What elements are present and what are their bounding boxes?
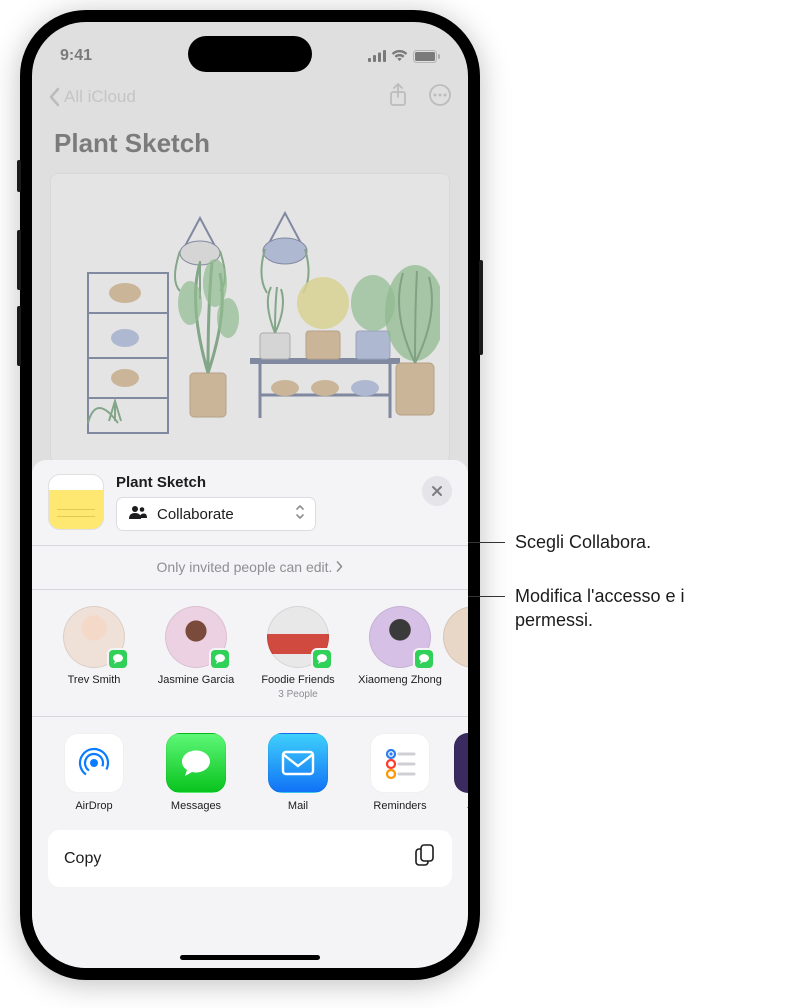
app-label: AirDrop (75, 800, 112, 812)
app-label: Mail (288, 800, 308, 812)
contact-name: Xiaomeng Zhong (358, 674, 442, 687)
wifi-icon (391, 50, 408, 62)
airdrop-icon (64, 733, 124, 793)
contact-name: Trev Smith (68, 674, 121, 687)
contact-name: Jasmine Garcia (158, 674, 234, 687)
contacts-row: Trev Smith Jasmine Garcia Foodie Friends (32, 590, 468, 717)
collaborate-dropdown[interactable]: Collaborate (116, 497, 316, 531)
mail-icon (268, 733, 328, 793)
app-airdrop[interactable]: AirDrop (46, 733, 142, 812)
chevron-right-icon (336, 559, 343, 575)
collaborate-label: Collaborate (157, 506, 234, 523)
cellular-icon (368, 50, 386, 62)
callout-collaborate: Scegli Collabora. (515, 530, 651, 554)
avatar (443, 606, 468, 668)
side-button (17, 306, 21, 366)
close-button[interactable] (422, 476, 452, 506)
side-button (17, 230, 21, 290)
contact-name: Foodie Friends (261, 674, 334, 687)
copy-icon (414, 844, 436, 873)
permissions-label: Only invited people can edit. (157, 559, 333, 575)
app-label: J (467, 800, 468, 812)
sheet-title: Plant Sketch (116, 474, 410, 491)
sheet-header: Plant Sketch Collaborate (32, 474, 468, 546)
contact-subtitle: 3 People (278, 689, 317, 700)
reminders-icon (370, 733, 430, 793)
messages-badge-icon (107, 648, 129, 670)
app-label: Messages (171, 800, 221, 812)
contact-item[interactable]: Foodie Friends 3 People (250, 606, 346, 700)
contact-item[interactable]: Jasmine Garcia (148, 606, 244, 700)
side-button (479, 260, 483, 355)
messages-badge-icon (413, 648, 435, 670)
messages-badge-icon (311, 648, 333, 670)
home-indicator (180, 955, 320, 960)
messages-badge-icon (209, 648, 231, 670)
people-icon (129, 505, 147, 523)
permissions-row[interactable]: Only invited people can edit. (32, 546, 468, 590)
contact-item[interactable]: Xiaomeng Zhong (352, 606, 448, 700)
updown-caret-icon (295, 504, 305, 524)
apps-row: AirDrop Messages Mail (32, 717, 468, 826)
messages-icon (166, 733, 226, 793)
battery-icon (413, 50, 440, 63)
action-label: Copy (64, 850, 101, 868)
app-mail[interactable]: Mail (250, 733, 346, 812)
app-reminders[interactable]: Reminders (352, 733, 448, 812)
app-icon (454, 733, 468, 793)
notes-app-icon (48, 474, 104, 530)
screen: 9:41 All iCloud (32, 22, 468, 968)
share-sheet: Plant Sketch Collaborate (32, 460, 468, 968)
contact-item[interactable]: C (454, 606, 468, 700)
app-item[interactable]: J (454, 733, 468, 812)
phone-frame: 9:41 All iCloud (20, 10, 480, 980)
status-right (368, 50, 440, 63)
copy-action[interactable]: Copy (48, 830, 452, 887)
actions-list: Copy (48, 830, 452, 887)
status-time: 9:41 (60, 47, 92, 65)
side-button (17, 160, 21, 192)
close-icon (431, 485, 443, 497)
contact-item[interactable]: Trev Smith (46, 606, 142, 700)
callout-permissions: Modifica l'accesso e i permessi. (515, 584, 765, 633)
dynamic-island (188, 36, 312, 72)
app-messages[interactable]: Messages (148, 733, 244, 812)
app-label: Reminders (373, 800, 426, 812)
